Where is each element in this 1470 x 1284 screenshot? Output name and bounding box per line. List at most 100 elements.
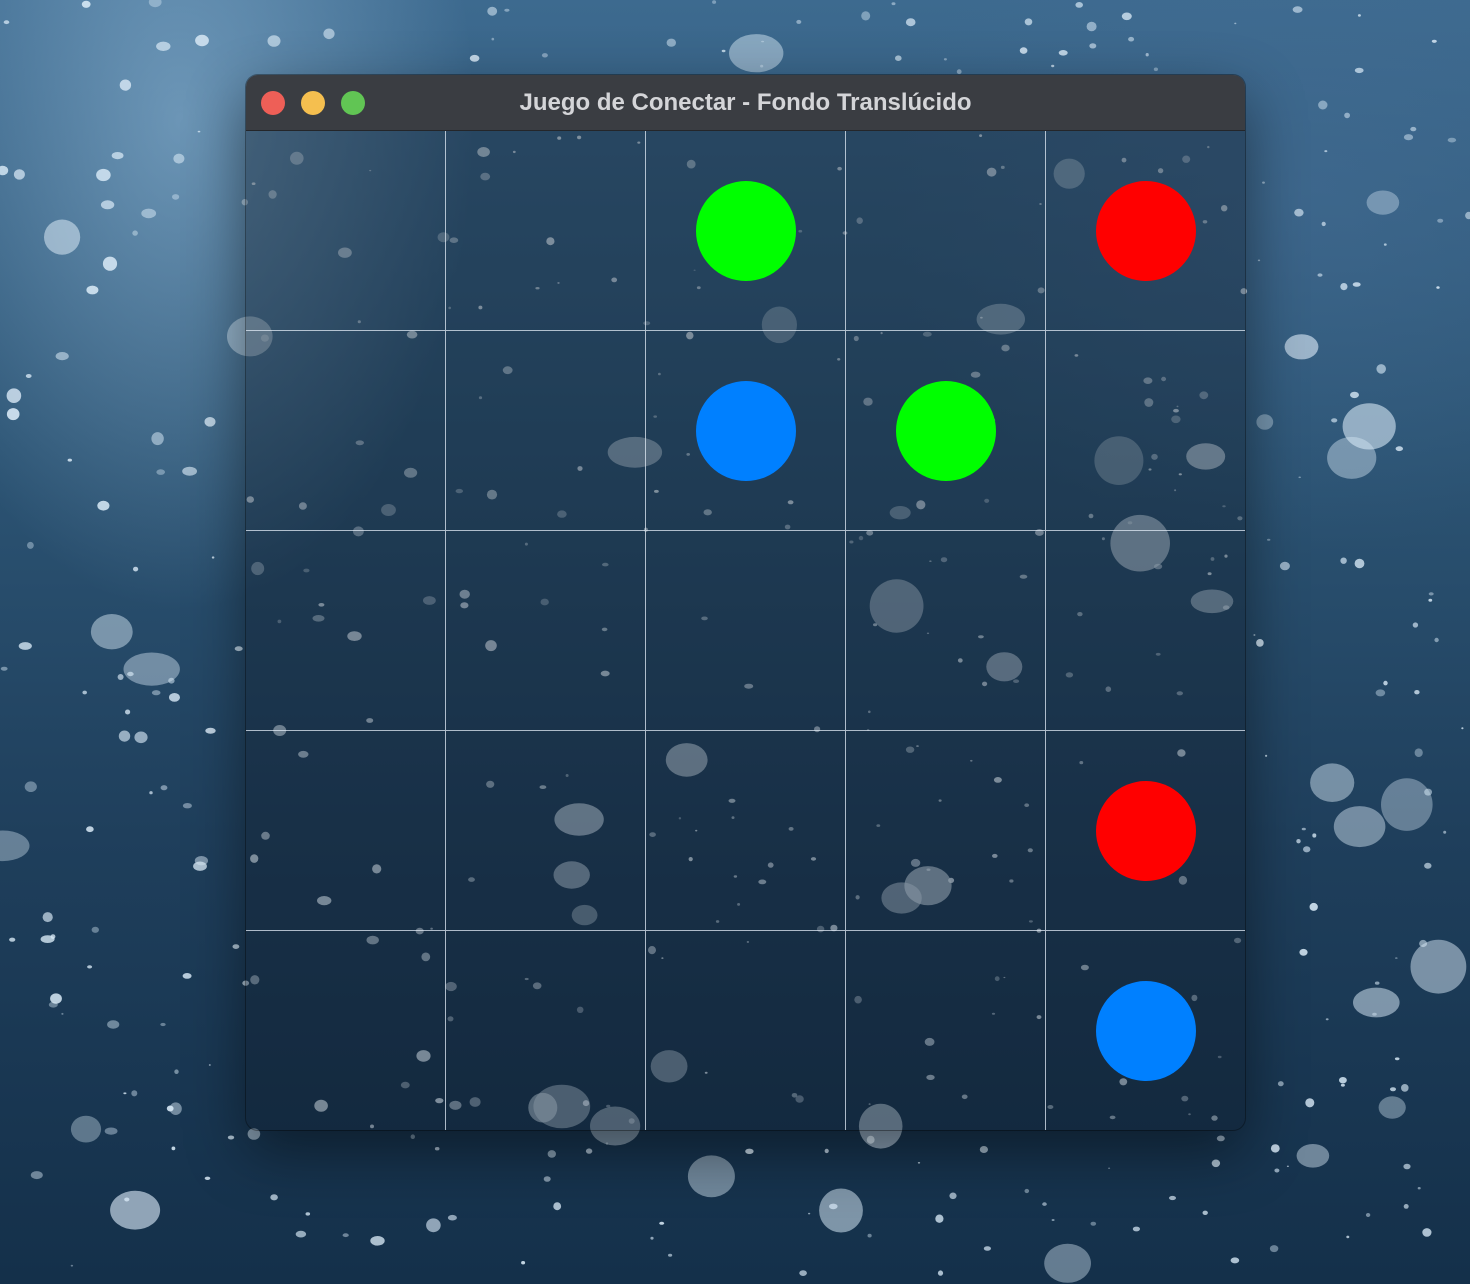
board-cell-r3-c3[interactable] <box>846 731 1046 931</box>
bubble <box>745 1148 754 1155</box>
bubble <box>1395 446 1404 452</box>
board-cell-r1-c0[interactable] <box>246 331 446 531</box>
bubble <box>67 458 73 462</box>
bubble <box>1410 126 1417 132</box>
board-cell-r4-c0[interactable] <box>246 931 446 1130</box>
bubble <box>100 200 115 210</box>
blue-dot[interactable] <box>696 381 796 481</box>
blue-dot[interactable] <box>1096 981 1196 1081</box>
bubble <box>102 256 118 271</box>
bubble <box>1403 1204 1409 1209</box>
bubble <box>1132 1226 1140 1232</box>
bubble <box>1024 1188 1030 1194</box>
green-dot[interactable] <box>896 381 996 481</box>
bubble <box>1378 1096 1406 1119</box>
board-cell-r3-c1[interactable] <box>446 731 646 931</box>
bubble <box>1042 1202 1047 1206</box>
bubble <box>97 500 110 511</box>
bubble <box>1461 727 1464 730</box>
bubble <box>156 41 171 51</box>
bubble <box>949 1192 957 1200</box>
bubble <box>182 466 198 476</box>
bubble <box>1339 1077 1347 1084</box>
board-grid <box>246 131 1245 1130</box>
bubble <box>1354 67 1364 74</box>
board-cell-r2-c0[interactable] <box>246 531 446 731</box>
board-cell-r1-c1[interactable] <box>446 331 646 531</box>
bubble <box>721 49 726 53</box>
bubble <box>1262 181 1265 184</box>
bubble <box>1234 22 1237 25</box>
bubble <box>234 646 243 652</box>
bubble <box>1257 259 1261 262</box>
board-cell-r4-c3[interactable] <box>846 931 1046 1130</box>
board-cell-r1-c3[interactable] <box>846 331 1046 531</box>
bubble <box>799 1270 807 1276</box>
board-cell-r1-c4[interactable] <box>1046 331 1245 531</box>
bubble <box>107 1020 120 1029</box>
board-cell-r3-c4[interactable] <box>1046 731 1245 931</box>
board-cell-r0-c0[interactable] <box>246 131 446 331</box>
bubble <box>1317 273 1323 277</box>
board-cell-r0-c1[interactable] <box>446 131 646 331</box>
bubble <box>1410 939 1467 994</box>
bubble <box>543 1176 551 1182</box>
bubble <box>1019 47 1028 54</box>
bubble <box>70 1264 74 1267</box>
bubble <box>42 912 53 923</box>
board-cell-r3-c2[interactable] <box>646 731 846 931</box>
bubble <box>666 38 676 47</box>
bubble <box>110 1190 161 1230</box>
bubble <box>1436 286 1440 289</box>
bubble <box>1274 1168 1280 1173</box>
board-cell-r4-c1[interactable] <box>446 931 646 1130</box>
bubble <box>1277 1081 1284 1087</box>
bubble <box>160 785 168 791</box>
bubble <box>824 1148 829 1154</box>
board-cell-r2-c1[interactable] <box>446 531 646 731</box>
bubble <box>729 34 784 73</box>
bubble <box>90 614 133 650</box>
bubble <box>195 34 209 47</box>
red-dot[interactable] <box>1096 781 1196 881</box>
red-dot[interactable] <box>1096 181 1196 281</box>
board-cell-r0-c4[interactable] <box>1046 131 1245 331</box>
bubble <box>160 1022 166 1027</box>
bubble <box>1230 1257 1240 1264</box>
bubble <box>1279 561 1290 571</box>
bubble <box>194 856 208 866</box>
bubble <box>1321 221 1326 227</box>
bubble <box>1298 476 1301 479</box>
board-cell-r2-c4[interactable] <box>1046 531 1245 731</box>
board-cell-r0-c2[interactable] <box>646 131 846 331</box>
board-cell-r4-c4[interactable] <box>1046 931 1245 1130</box>
bubble <box>1352 282 1361 287</box>
bubble <box>1428 592 1434 596</box>
bubble <box>1403 134 1414 141</box>
board-cell-r3-c0[interactable] <box>246 731 446 931</box>
bubble <box>151 432 164 446</box>
bubble <box>1299 948 1308 956</box>
board-cell-r2-c2[interactable] <box>646 531 846 731</box>
board-cell-r2-c3[interactable] <box>846 531 1046 731</box>
board-cell-r4-c2[interactable] <box>646 931 846 1130</box>
bubble <box>1412 622 1419 628</box>
bubble <box>169 1102 182 1115</box>
bubble <box>1309 902 1318 911</box>
bubble <box>211 556 215 559</box>
bubble <box>6 408 20 421</box>
title-bar[interactable]: Juego de Conectar - Fondo Translúcido <box>246 75 1245 131</box>
bubble <box>1267 538 1271 541</box>
game-window: Juego de Conectar - Fondo Translúcido <box>246 75 1245 1130</box>
bubble <box>1051 64 1055 68</box>
bubble <box>40 935 55 943</box>
board-cell-r1-c2[interactable] <box>646 331 846 531</box>
bubble <box>1211 1159 1221 1168</box>
bubble <box>132 230 138 236</box>
board-cell-r0-c3[interactable] <box>846 131 1046 331</box>
bubble <box>134 731 148 744</box>
bubble <box>819 1188 863 1233</box>
bubble <box>148 0 162 8</box>
bubble <box>182 803 192 809</box>
green-dot[interactable] <box>696 181 796 281</box>
